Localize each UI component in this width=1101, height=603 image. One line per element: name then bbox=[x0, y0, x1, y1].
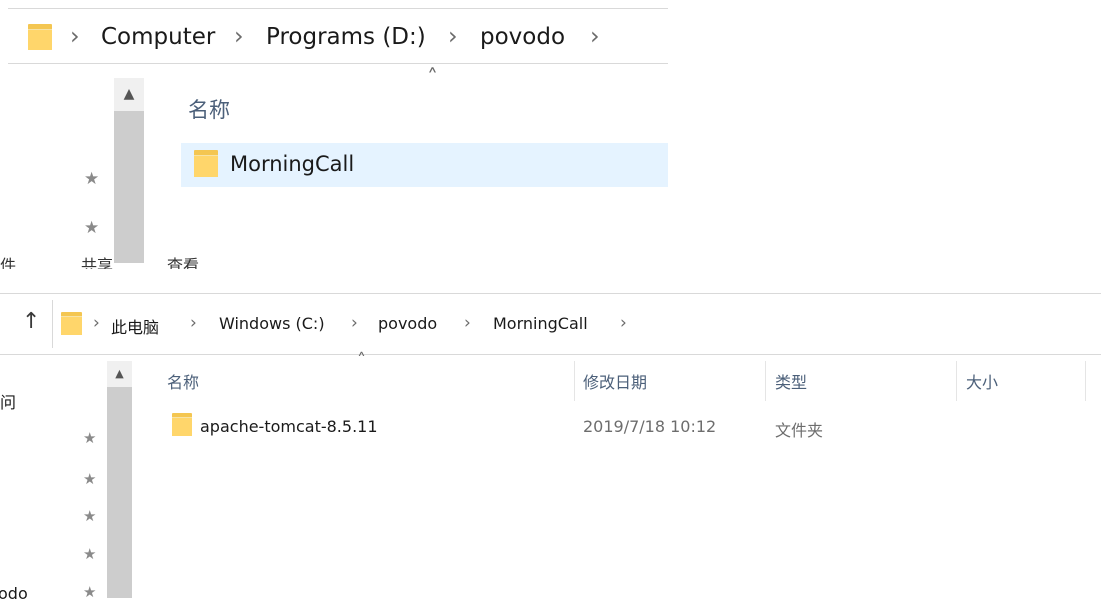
list-item[interactable]: MorningCall bbox=[181, 143, 668, 187]
chevron-up-icon: ▲ bbox=[115, 367, 124, 380]
menu-cut-left: 件 bbox=[0, 256, 17, 269]
chevron-right-icon[interactable]: › bbox=[93, 313, 100, 333]
sort-arrow-icon: ˄ bbox=[357, 350, 366, 371]
file-modified: 2019/7/18 10:12 bbox=[583, 417, 717, 436]
pin-icon[interactable]: ★ bbox=[84, 220, 99, 237]
column-divider[interactable] bbox=[1085, 361, 1086, 401]
nav-scrollbar[interactable]: ▲ bbox=[107, 361, 132, 598]
scroll-thumb[interactable] bbox=[107, 387, 132, 598]
chevron-right-icon[interactable]: › bbox=[464, 313, 471, 333]
column-divider[interactable] bbox=[765, 361, 766, 401]
pin-icon[interactable]: ★ bbox=[84, 171, 99, 188]
breadcrumb-computer[interactable]: Computer bbox=[101, 24, 215, 50]
up-arrow-icon[interactable]: ↑ bbox=[22, 309, 40, 334]
sidebar-item-cut[interactable]: 问 bbox=[0, 389, 16, 413]
pin-icon[interactable]: ★ bbox=[83, 472, 96, 487]
scroll-up-button[interactable]: ▲ bbox=[114, 78, 144, 111]
top-address-bar[interactable]: › Computer › Programs (D:) › povodo › bbox=[8, 8, 668, 64]
breadcrumb-windows-c[interactable]: Windows (C:) bbox=[219, 314, 325, 333]
sidebar-item-cut[interactable]: odo bbox=[0, 584, 28, 603]
scroll-thumb[interactable] bbox=[114, 111, 144, 263]
file-name: apache-tomcat-8.5.11 bbox=[200, 417, 378, 436]
pin-icon[interactable]: ★ bbox=[83, 431, 96, 446]
menu-view[interactable]: 查看 bbox=[167, 256, 207, 269]
chevron-right-icon[interactable]: › bbox=[448, 22, 458, 50]
chevron-right-icon[interactable]: › bbox=[620, 313, 627, 333]
column-header-modified[interactable]: 修改日期 bbox=[583, 369, 647, 393]
column-header-name[interactable]: 名称 bbox=[167, 369, 199, 393]
breadcrumb-morningcall[interactable]: MorningCall bbox=[493, 314, 588, 333]
breadcrumb-this-pc[interactable]: 此电脑 bbox=[111, 314, 159, 338]
sort-arrow-icon: ˄ bbox=[427, 66, 438, 91]
chevron-right-icon[interactable]: › bbox=[70, 22, 80, 50]
chevron-right-icon[interactable]: › bbox=[234, 22, 244, 50]
folder-icon bbox=[61, 312, 82, 335]
folder-icon bbox=[172, 413, 192, 436]
pin-icon[interactable]: ★ bbox=[83, 509, 96, 524]
pin-icon[interactable]: ★ bbox=[83, 547, 96, 562]
column-header-name[interactable]: 名称 bbox=[188, 94, 230, 124]
folder-icon bbox=[194, 150, 218, 177]
scroll-up-button[interactable]: ▲ bbox=[107, 361, 132, 387]
breadcrumb-povodo[interactable]: povodo bbox=[378, 314, 437, 333]
table-row[interactable]: apache-tomcat-8.5.11 2019/7/18 10:12 文件夹 bbox=[160, 408, 1101, 444]
chevron-right-icon[interactable]: › bbox=[190, 313, 197, 333]
column-divider[interactable] bbox=[574, 361, 575, 401]
column-divider[interactable] bbox=[956, 361, 957, 401]
bottom-address-row: ↑ › 此电脑 › Windows (C:) › povodo › Mornin… bbox=[0, 293, 1101, 355]
breadcrumb-programs-d[interactable]: Programs (D:) bbox=[266, 24, 426, 50]
chevron-right-icon[interactable]: › bbox=[351, 313, 358, 333]
menu-share[interactable]: 共享 bbox=[81, 256, 121, 269]
chevron-up-icon: ▲ bbox=[123, 86, 135, 102]
column-header-size[interactable]: 大小 bbox=[966, 369, 998, 393]
folder-icon bbox=[28, 24, 52, 50]
column-header-type[interactable]: 类型 bbox=[775, 369, 807, 393]
bottom-address-bar[interactable]: › 此电脑 › Windows (C:) › povodo › MorningC… bbox=[52, 300, 1101, 348]
nav-scrollbar[interactable]: ▲ bbox=[114, 78, 144, 263]
breadcrumb-povodo[interactable]: povodo bbox=[480, 24, 565, 50]
chevron-right-icon[interactable]: › bbox=[590, 22, 600, 50]
file-name: MorningCall bbox=[230, 152, 355, 176]
file-type: 文件夹 bbox=[775, 421, 824, 440]
